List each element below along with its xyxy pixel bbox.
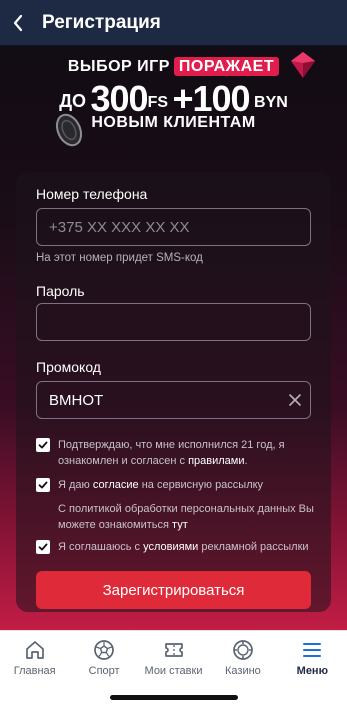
consent-age-text-before: Подтверждаю, что мне исполнился 21 год, … — [58, 439, 285, 467]
banner-fs-unit: FS — [147, 94, 169, 111]
consent-ad-text: Я соглашаюсь с условиями рекламной рассы… — [58, 539, 320, 555]
clear-promo-button[interactable] — [284, 389, 306, 411]
header: Регистрация — [0, 0, 347, 46]
nav-label-sport: Спорт — [88, 665, 120, 677]
main-content[interactable]: ВЫБОР ИГР ПОРАЖАЕТ ДО 300FS +100 BYN НОВЫ… — [0, 46, 347, 630]
conditions-link[interactable]: условиями — [143, 541, 198, 553]
consent-ad-text-after: рекламной рассылки — [198, 541, 309, 553]
consent-age-checkbox[interactable] — [36, 438, 50, 452]
page-title: Регистрация — [42, 11, 161, 33]
consent-service-text-before: Я даю — [58, 479, 93, 491]
nav-label-casino: Казино — [225, 665, 261, 677]
home-icon — [25, 641, 44, 659]
nav-item-sport[interactable]: Спорт — [69, 631, 138, 682]
consent-age-text: Подтверждаю, что мне исполнился 21 год, … — [58, 437, 320, 469]
consent-service-text: Я даю согласие на сервисную рассылку — [58, 477, 320, 493]
banner-fs-value: 300 — [90, 78, 148, 119]
back-button[interactable] — [0, 0, 36, 46]
home-indicator[interactable] — [110, 695, 238, 700]
consent-ad-text-before: Я соглашаюсь с — [58, 541, 144, 553]
rules-link[interactable]: правилами — [188, 455, 244, 467]
chevron-left-icon — [13, 14, 23, 31]
consent-link[interactable]: согласие — [93, 479, 139, 491]
bottom-nav: Главная Спорт Мои ставки Казино Меню — [0, 630, 347, 682]
nav-label-my-bets: Мои ставки — [144, 665, 203, 677]
password-label: Пароль — [36, 283, 85, 299]
banner-prefix: ДО — [59, 91, 87, 111]
phone-label: Номер телефона — [36, 186, 148, 202]
casino-chip-icon — [233, 640, 253, 660]
banner-currency: BYN — [254, 94, 288, 111]
nav-item-menu[interactable]: Меню — [278, 631, 347, 682]
promo-input[interactable] — [36, 381, 311, 419]
register-button[interactable]: Зарегистрироваться — [36, 571, 311, 609]
password-input[interactable] — [36, 303, 311, 341]
consent-age-text-after: . — [244, 455, 248, 467]
banner-line1-text: ВЫБОР ИГР — [67, 58, 170, 75]
nav-item-home[interactable]: Главная — [0, 631, 69, 682]
soccer-ball-icon — [94, 640, 114, 660]
registration-form: Номер телефона На этот номер придет SMS-… — [16, 172, 331, 612]
gem-icon — [291, 52, 315, 78]
nav-item-casino[interactable]: Казино — [208, 631, 277, 682]
checkmark-icon — [38, 481, 48, 489]
privacy-link[interactable]: тут — [172, 519, 188, 531]
consent-ad-checkbox[interactable] — [36, 540, 50, 554]
promo-banner[interactable]: ВЫБОР ИГР ПОРАЖАЕТ ДО 300FS +100 BYN НОВЫ… — [0, 46, 347, 166]
privacy-note: С политикой обработки персональных данны… — [58, 501, 320, 533]
coin-icon — [55, 113, 83, 147]
promo-label: Промокод — [36, 359, 101, 375]
banner-bonus: +100 — [172, 78, 250, 119]
nav-label-menu: Меню — [296, 665, 328, 677]
phone-input[interactable] — [36, 208, 311, 246]
app: Регистрация ВЫБОР ИГР ПОРАЖАЕТ ДО 300FS +… — [0, 0, 347, 710]
nav-item-my-bets[interactable]: Мои ставки — [139, 631, 208, 682]
consent-service-checkbox[interactable] — [36, 478, 50, 492]
ticket-icon — [164, 643, 183, 657]
phone-hint: На этот номер придет SMS-код — [36, 252, 203, 264]
checkmark-icon — [38, 441, 48, 449]
consent-service-text-after: на сервисную рассылку — [138, 479, 264, 491]
nav-label-home: Главная — [13, 665, 56, 677]
banner-highlight: ПОРАЖАЕТ — [173, 57, 280, 76]
menu-icon — [303, 643, 322, 657]
close-icon — [289, 394, 301, 406]
checkmark-icon — [38, 543, 48, 551]
